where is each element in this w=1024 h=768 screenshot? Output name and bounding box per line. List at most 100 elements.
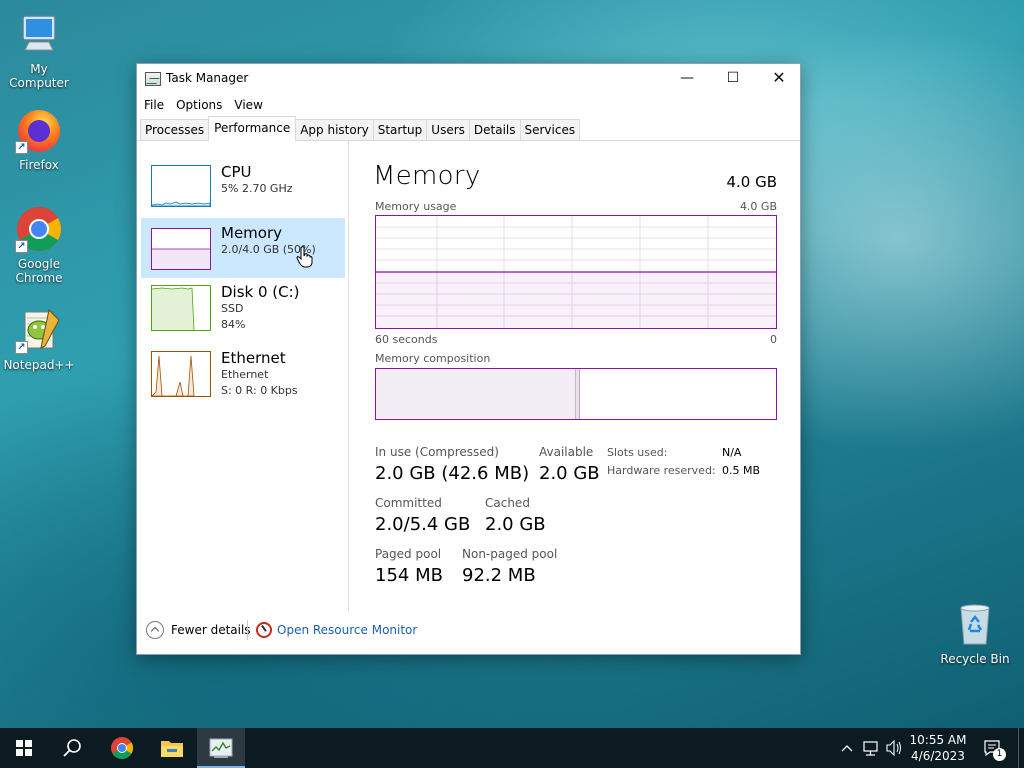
memory-panel: Memory 4.0 GB Memory usage 4.0 GB 60 sec… xyxy=(373,141,778,611)
tab-users[interactable]: Users xyxy=(426,119,470,140)
taskbar-file-explorer[interactable] xyxy=(148,728,196,768)
memory-usage-fill xyxy=(376,272,776,328)
paged-pool-label: Paged pool xyxy=(375,547,442,561)
tab-strip: Processes Performance App history Startu… xyxy=(137,116,800,141)
network-icon[interactable] xyxy=(860,728,882,768)
memory-usage-graph xyxy=(375,215,777,329)
window-footer: Fewer details Open Resource Monitor xyxy=(137,617,800,645)
memory-usage-label: Memory usage xyxy=(375,200,457,213)
recycle-bin-icon xyxy=(951,600,999,648)
folder-icon xyxy=(161,741,183,757)
committed-value: 2.0/5.4 GB xyxy=(375,514,471,535)
shortcut-arrow-icon: ↗ xyxy=(15,341,28,354)
desktop-icon-label: My Computer xyxy=(9,62,69,90)
desktop-icon-label: Recycle Bin xyxy=(940,652,1010,666)
sidebar-item-disk[interactable]: Disk 0 (C:) SSD 84% xyxy=(141,277,345,341)
menu-bar: File Options View xyxy=(137,94,800,116)
desktop-icon-label: Google Chrome xyxy=(0,257,78,285)
graph-time-left: 60 seconds xyxy=(375,333,438,346)
notification-icon xyxy=(984,740,1000,757)
shortcut-arrow-icon: ↗ xyxy=(15,141,28,154)
cached-value: 2.0 GB xyxy=(485,514,546,535)
chrome-icon: ↗ xyxy=(15,205,63,253)
sidebar-subtitle: 5% 2.70 GHz xyxy=(221,182,293,195)
shortcut-arrow-icon: ↗ xyxy=(15,240,28,253)
title-bar[interactable]: Task Manager — ☐ ✕ xyxy=(137,64,800,94)
chevron-up-icon[interactable] xyxy=(146,621,164,639)
tab-startup[interactable]: Startup xyxy=(372,119,428,140)
open-resource-monitor-link[interactable]: Open Resource Monitor xyxy=(277,623,417,637)
volume-icon[interactable] xyxy=(884,728,904,768)
desktop-icon-google-chrome[interactable]: ↗ Google Chrome xyxy=(0,205,78,285)
window-title: Task Manager xyxy=(166,71,249,85)
desktop-icon-notepad-plus-plus[interactable]: ↗ Notepad++ xyxy=(0,306,78,372)
available-value: 2.0 GB xyxy=(539,463,600,484)
desktop-icon-recycle-bin[interactable]: Recycle Bin xyxy=(936,600,1014,666)
non-paged-pool-value: 92.2 MB xyxy=(462,565,536,586)
in-use-value: 2.0 GB (42.6 MB) xyxy=(375,463,530,484)
tab-services[interactable]: Services xyxy=(519,119,581,140)
menu-view[interactable]: View xyxy=(234,98,268,112)
resource-monitor-icon[interactable] xyxy=(256,622,272,638)
memory-composition-label: Memory composition xyxy=(375,352,491,365)
sidebar-subtitle-2: 84% xyxy=(221,318,246,331)
sidebar-item-ethernet[interactable]: Ethernet Ethernet S: 0 R: 0 Kbps xyxy=(141,343,345,403)
close-button[interactable]: ✕ xyxy=(756,64,802,94)
page-title: Memory xyxy=(373,161,481,191)
sidebar-subtitle: Ethernet xyxy=(221,368,269,381)
menu-file[interactable]: File xyxy=(144,98,170,112)
notepad-plus-plus-icon: ↗ xyxy=(15,306,63,354)
memory-composition-bar xyxy=(375,368,777,420)
desktop-icon-my-computer[interactable]: My Computer xyxy=(0,10,78,90)
menu-options[interactable]: Options xyxy=(176,98,228,112)
in-use-label: In use (Compressed) xyxy=(375,445,499,459)
minimize-button[interactable]: — xyxy=(664,64,710,94)
maximize-button[interactable]: ☐ xyxy=(710,64,756,94)
start-button[interactable] xyxy=(0,728,48,768)
sidebar-item-memory[interactable]: Memory 2.0/4.0 GB (50%) xyxy=(141,218,345,278)
desktop-icon-label-text: Google Chrome xyxy=(15,257,63,285)
search-button[interactable] xyxy=(48,728,96,768)
desktop-icon-label: Notepad++ xyxy=(3,358,75,372)
committed-label: Committed xyxy=(375,496,442,510)
disk-thumbnail-graph xyxy=(151,285,211,331)
task-manager-icon xyxy=(209,738,233,758)
composition-separator xyxy=(576,369,580,419)
fewer-details-button[interactable]: Fewer details xyxy=(171,623,251,637)
task-manager-window: Task Manager — ☐ ✕ File Options View Pro… xyxy=(136,63,801,655)
notification-center-button[interactable]: 1 xyxy=(978,728,1008,768)
available-label: Available xyxy=(539,445,594,459)
paged-pool-value: 154 MB xyxy=(375,565,443,586)
firefox-icon: ↗ xyxy=(15,106,63,154)
slots-used-label: Slots used: xyxy=(607,446,668,459)
memory-total: 4.0 GB xyxy=(726,173,777,191)
performance-content: CPU 5% 2.70 GHz Memory 2.0/4.0 GB (50%) xyxy=(137,141,800,611)
slots-used-value: N/A xyxy=(722,446,742,459)
show-desktop-button[interactable] xyxy=(1018,728,1024,768)
chrome-icon xyxy=(111,737,133,759)
desktop-icon-firefox[interactable]: ↗ Firefox xyxy=(0,106,78,172)
task-manager-app-icon xyxy=(145,72,161,86)
tray-chevron-up-icon[interactable] xyxy=(838,728,856,768)
taskbar-task-manager[interactable] xyxy=(197,728,245,768)
hardware-reserved-label: Hardware reserved: xyxy=(607,464,716,477)
sidebar-title: Memory xyxy=(221,224,283,242)
graph-time-right: 0 xyxy=(770,333,777,346)
tab-processes[interactable]: Processes xyxy=(140,119,210,140)
search-icon xyxy=(63,739,81,757)
tab-details[interactable]: Details xyxy=(468,119,521,140)
taskbar-chrome[interactable] xyxy=(98,728,146,768)
sidebar-item-cpu[interactable]: CPU 5% 2.70 GHz xyxy=(141,157,345,215)
notification-count-badge: 1 xyxy=(993,748,1006,761)
footer-divider xyxy=(247,620,248,640)
memory-thumbnail-graph xyxy=(151,228,211,270)
sidebar-title: Disk 0 (C:) xyxy=(221,283,300,301)
tab-performance[interactable]: Performance xyxy=(208,116,297,141)
sidebar-title: CPU xyxy=(221,163,252,181)
non-paged-pool-label: Non-paged pool xyxy=(462,547,558,561)
tab-app-history[interactable]: App history xyxy=(295,119,374,140)
cpu-thumbnail-graph xyxy=(151,165,211,207)
taskbar-clock[interactable]: 10:55 AM 4/6/2023 xyxy=(905,732,971,764)
computer-icon xyxy=(15,10,63,58)
memory-usage-max: 4.0 GB xyxy=(739,200,777,213)
